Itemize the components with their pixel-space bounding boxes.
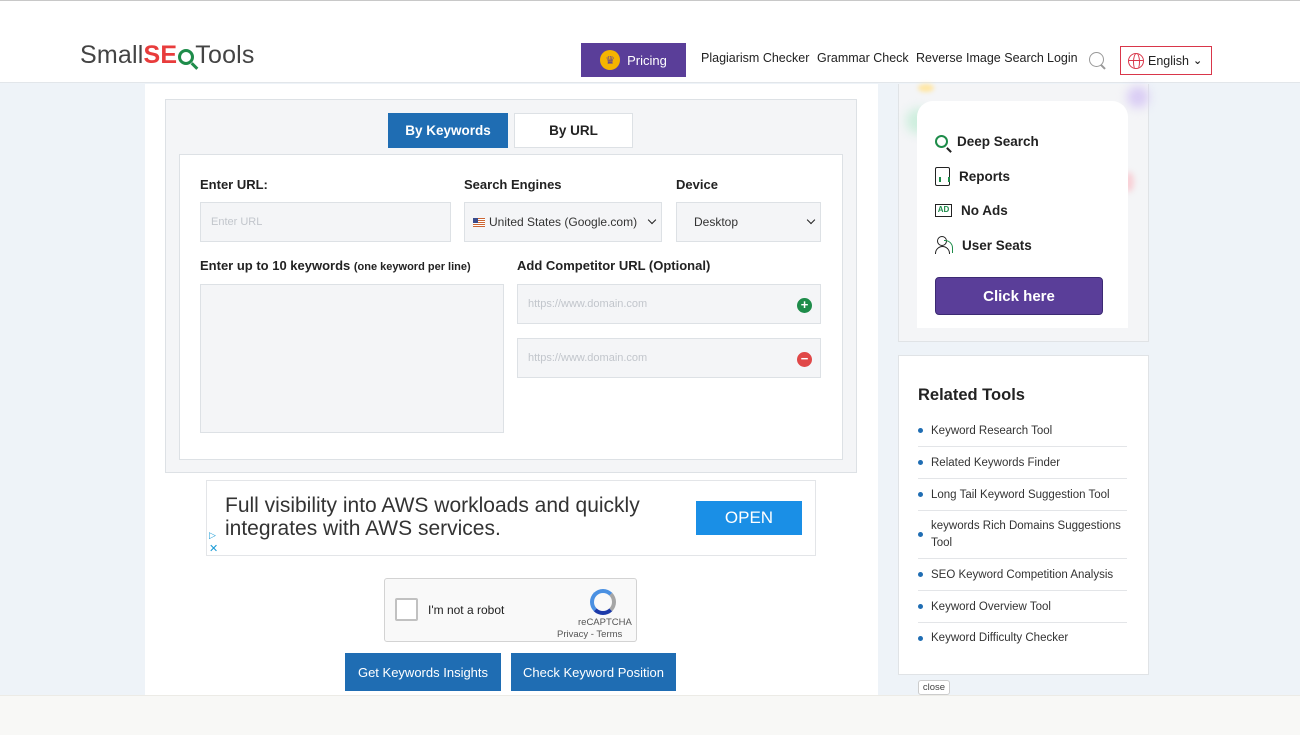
competitor-url-input-1[interactable]: https://www.domain.com: [517, 284, 821, 324]
related-tool-link[interactable]: Keyword Overview Tool: [918, 591, 1127, 623]
feature-label: No Ads: [961, 202, 1008, 218]
feature-user-seats: User Seats: [935, 235, 1032, 255]
related-tool-label: keywords Rich Domains Suggestions Tool: [931, 519, 1121, 549]
crown-icon: ♛: [600, 50, 621, 70]
nav-grammar-check[interactable]: Grammar Check: [817, 51, 909, 65]
bullet-icon: [918, 604, 923, 609]
bullet-icon: [918, 428, 923, 433]
ad-close-icon[interactable]: ✕: [209, 542, 218, 555]
chevron-down-icon: [806, 215, 816, 225]
related-tool-link[interactable]: keywords Rich Domains Suggestions Tool: [918, 511, 1127, 559]
feature-label: Deep Search: [957, 133, 1039, 149]
device-label: Device: [676, 177, 718, 192]
recaptcha-brand: reCAPTCHA: [578, 617, 632, 628]
ad-open-button[interactable]: OPEN: [696, 501, 802, 535]
nav-reverse-image-search[interactable]: Reverse Image Search: [916, 51, 1044, 65]
bullet-icon: [918, 492, 923, 497]
remove-competitor-icon[interactable]: −: [797, 352, 812, 367]
nav-plagiarism-checker[interactable]: Plagiarism Checker: [701, 51, 809, 65]
search-engine-select[interactable]: United States (Google.com): [464, 202, 662, 242]
language-selector[interactable]: English ⌄: [1120, 46, 1212, 75]
pricing-label: Pricing: [627, 52, 667, 68]
no-ads-icon: AD: [935, 203, 952, 217]
feature-deep-search: Deep Search: [935, 131, 1039, 151]
bullet-icon: [918, 532, 923, 537]
tab-by-keywords[interactable]: By Keywords: [388, 113, 508, 148]
related-tool-link[interactable]: Keyword Research Tool: [918, 415, 1127, 447]
related-tools-title: Related Tools: [918, 386, 1025, 404]
related-tool-link[interactable]: Keyword Difficulty Checker: [918, 623, 1127, 653]
decor-blob: [1127, 86, 1149, 108]
url-label: Enter URL:: [200, 177, 268, 192]
logo-text-tools: Tools: [195, 41, 255, 69]
keywords-hint: (one keyword per line): [353, 261, 471, 273]
recaptcha-logo-icon: [590, 589, 616, 615]
pricing-button[interactable]: ♛ Pricing: [581, 43, 686, 77]
close-button[interactable]: close: [918, 680, 950, 695]
logo-text-seo: SE: [143, 41, 178, 69]
site-logo[interactable]: SmallSE Tools: [80, 41, 255, 70]
related-tool-link[interactable]: Related Keywords Finder: [918, 447, 1127, 479]
keywords-textarea[interactable]: [200, 284, 504, 433]
adchoices-icon[interactable]: ▷: [209, 530, 216, 541]
chevron-down-icon: ⌄: [1193, 55, 1203, 67]
feature-reports: Reports: [935, 166, 1010, 186]
related-tool-link[interactable]: SEO Keyword Competition Analysis: [918, 559, 1127, 591]
search-icon: [935, 134, 948, 148]
bullet-icon: [918, 460, 923, 465]
site-header: SmallSE Tools ♛ Pricing Plagiarism Checke…: [0, 1, 1300, 83]
language-label: English: [1148, 53, 1189, 68]
users-icon: [935, 236, 953, 254]
competitor-url-input-2[interactable]: https://www.domain.com: [517, 338, 821, 378]
related-tool-label: Related Keywords Finder: [931, 456, 1061, 469]
captcha-label: I'm not a robot: [428, 603, 505, 617]
device-select[interactable]: Desktop: [676, 202, 821, 242]
captcha-checkbox[interactable]: [395, 598, 418, 621]
add-competitor-icon[interactable]: +: [797, 298, 812, 313]
us-flag-icon: [473, 217, 485, 227]
search-engines-label: Search Engines: [464, 177, 562, 192]
competitor-label: Add Competitor URL (Optional): [517, 258, 711, 273]
search-engine-value: United States (Google.com): [489, 215, 638, 229]
url-input[interactable]: Enter URL: [200, 202, 451, 242]
feature-label: Reports: [959, 168, 1011, 184]
related-tool-link[interactable]: Long Tail Keyword Suggestion Tool: [918, 479, 1127, 511]
related-tool-label: SEO Keyword Competition Analysis: [931, 568, 1114, 581]
bullet-icon: [918, 572, 923, 577]
feature-no-ads: AD No Ads: [935, 200, 1008, 220]
get-keywords-insights-button[interactable]: Get Keywords Insights: [345, 653, 501, 691]
ad-text: Full visibility into AWS workloads and q…: [225, 494, 640, 540]
decor-blob: [918, 84, 934, 92]
chevron-down-icon: [647, 215, 657, 225]
related-tool-label: Keyword Difficulty Checker: [931, 632, 1069, 644]
feature-label: User Seats: [962, 237, 1032, 253]
keywords-label: Enter up to 10 keywords (one keyword per…: [200, 258, 471, 273]
related-tool-label: Keyword Research Tool: [931, 424, 1053, 437]
check-keyword-position-button[interactable]: Check Keyword Position: [511, 653, 676, 691]
click-here-button[interactable]: Click here: [935, 277, 1103, 315]
bottom-ad-bar: [0, 695, 1300, 735]
nav-login[interactable]: Login: [1047, 51, 1078, 65]
related-tool-label: Keyword Overview Tool: [931, 600, 1051, 613]
recaptcha-links[interactable]: Privacy - Terms: [557, 629, 622, 640]
logo-text-small: Small: [80, 41, 144, 69]
tab-by-url[interactable]: By URL: [514, 113, 633, 148]
report-icon: [935, 166, 950, 186]
globe-icon: [1128, 52, 1144, 69]
related-tool-label: Long Tail Keyword Suggestion Tool: [931, 488, 1110, 501]
bullet-icon: [918, 635, 923, 641]
search-icon[interactable]: [1089, 52, 1104, 67]
keywords-label-text: Enter up to 10 keywords: [200, 258, 351, 273]
magnifier-icon: [178, 49, 195, 65]
device-value: Desktop: [694, 215, 739, 229]
